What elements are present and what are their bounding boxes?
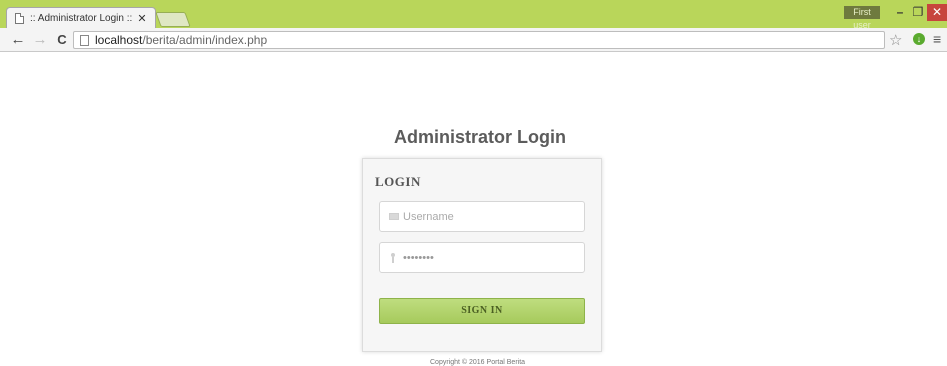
page-icon bbox=[80, 34, 89, 46]
menu-icon[interactable]: ≡ bbox=[933, 31, 941, 47]
page-icon bbox=[15, 12, 24, 24]
browser-toolbar: ← → C localhost /berita/admin/index.php … bbox=[0, 28, 947, 52]
reload-icon[interactable]: C bbox=[54, 32, 70, 48]
close-window-icon[interactable]: ✕ bbox=[927, 4, 947, 21]
login-panel: LOGIN SIGN IN bbox=[362, 158, 602, 352]
extension-icon[interactable]: ↓ bbox=[913, 33, 925, 45]
page-title: Administrator Login bbox=[394, 127, 566, 147]
profile-badge[interactable]: First user bbox=[844, 6, 880, 30]
url-path: /berita/admin/index.php bbox=[142, 33, 268, 47]
address-bar[interactable]: localhost /berita/admin/index.php bbox=[73, 31, 885, 49]
envelope-icon bbox=[389, 213, 399, 220]
bookmark-star-icon[interactable]: ☆ bbox=[889, 31, 902, 49]
tab-close-icon[interactable]: ✕ bbox=[135, 12, 149, 25]
username-input[interactable] bbox=[403, 210, 573, 223]
key-icon bbox=[389, 252, 399, 263]
browser-titlebar: :: Administrator Login :: ✕ First user –… bbox=[0, 0, 947, 30]
password-input[interactable] bbox=[403, 251, 573, 264]
url-host: localhost bbox=[95, 33, 143, 47]
sign-in-button[interactable]: SIGN IN bbox=[379, 298, 585, 324]
username-field[interactable] bbox=[379, 201, 585, 232]
tab-title: :: Administrator Login :: bbox=[30, 12, 133, 24]
browser-tab[interactable]: :: Administrator Login :: ✕ bbox=[6, 7, 156, 28]
copyright-text: Copyright © 2016 Portal Berita bbox=[430, 359, 526, 366]
new-tab-button[interactable] bbox=[155, 12, 191, 27]
login-heading: LOGIN bbox=[375, 174, 421, 189]
minimize-icon[interactable]: – bbox=[891, 4, 909, 21]
restore-icon[interactable]: ❐ bbox=[909, 4, 927, 21]
forward-arrow-icon[interactable]: → bbox=[32, 32, 48, 48]
password-field[interactable] bbox=[379, 242, 585, 273]
back-arrow-icon[interactable]: ← bbox=[10, 32, 26, 48]
